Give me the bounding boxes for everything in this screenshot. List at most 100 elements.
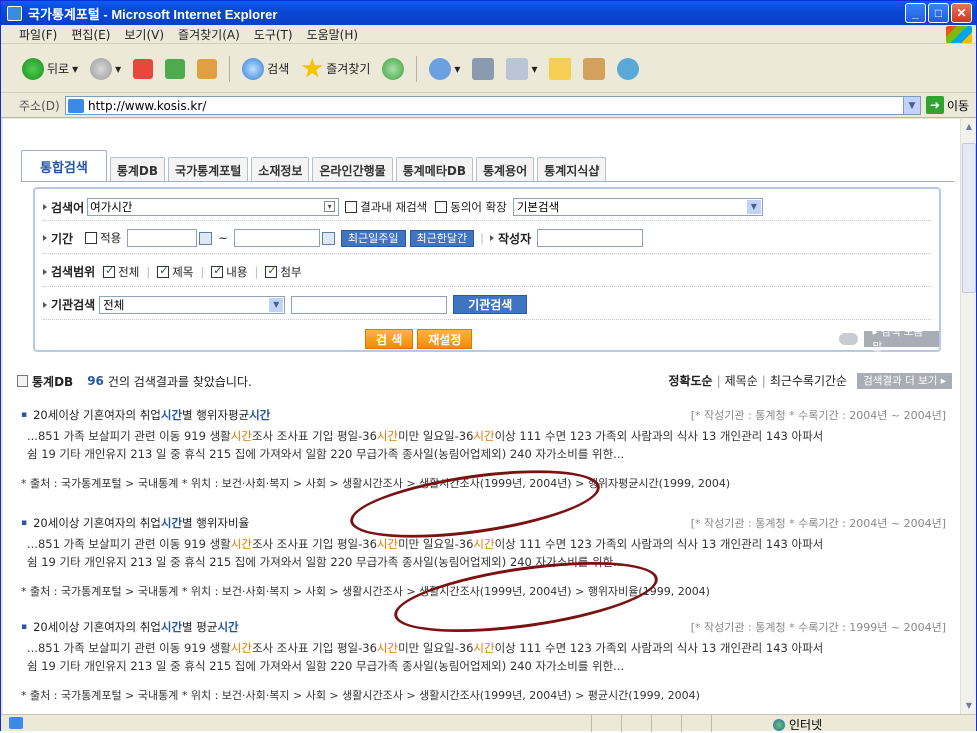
within-results-checkbox[interactable] — [345, 201, 358, 213]
result-meta: [* 작성기관 : 통계청 * 수록기간 : 2004년 ~ 2004년] — [690, 409, 946, 422]
scroll-thumb[interactable] — [962, 143, 976, 293]
author-input[interactable] — [537, 229, 644, 247]
menu-help[interactable]: 도움말(H) — [307, 26, 359, 43]
title-bar[interactable]: 국가통계포털 - Microsoft Internet Explorer _ □… — [1, 1, 976, 25]
chevron-down-icon: ▼ — [746, 200, 761, 214]
menu-tools[interactable]: 도구(T) — [254, 26, 293, 43]
search-mode-select[interactable]: 기본검색 ▼ — [512, 198, 763, 216]
tab-integrated-search[interactable]: 통합검색 — [21, 150, 107, 182]
synonym-checkbox[interactable] — [435, 201, 448, 213]
research-button[interactable] — [580, 54, 608, 84]
end-date-input[interactable] — [233, 229, 320, 247]
back-label: 뒤로 — [47, 62, 70, 76]
menu-edit[interactable]: 편집(E) — [71, 26, 110, 43]
menu-file[interactable]: 파일(F) — [19, 26, 57, 43]
print-button[interactable] — [469, 54, 497, 84]
forward-button[interactable]: ▾ — [87, 54, 124, 84]
tab-source-info[interactable]: 소재정보 — [251, 157, 310, 182]
org-input[interactable] — [291, 295, 448, 314]
results-count: 96 — [87, 374, 104, 388]
keyword-history-icon[interactable]: ▾ — [324, 201, 336, 212]
result-snippet: ...851 가족 보살피기 관련 이동 919 생활시간조사 조사표 기입 평… — [27, 429, 824, 461]
org-select[interactable]: 전체 ▼ — [99, 295, 286, 314]
org-label: 기관검색 — [43, 296, 95, 313]
start-date-input[interactable] — [127, 229, 198, 247]
period-tilde: ~ — [218, 231, 228, 245]
calendar-icon[interactable] — [199, 231, 213, 245]
scope-content-checkbox[interactable] — [211, 264, 224, 278]
page-status-icon — [9, 717, 23, 729]
result-item: ▪ 20세이상 기혼여자의 취업 시간 별 평균 시간 [* 작성기관 : 통계청 *… — [17, 619, 952, 703]
menu-bar: 파일(F) 편집(E) 보기(V) 즐겨찾기(A) 도구(T) 도움말(H) — [1, 25, 976, 44]
help-cloud-icon — [839, 333, 859, 345]
keyword-input[interactable]: 여가시간 ▾ — [87, 198, 340, 216]
tab-online-publications[interactable]: 온라인간행물 — [312, 157, 393, 182]
address-label: 주소(D) — [19, 99, 60, 113]
search-icon — [242, 57, 265, 80]
refresh-icon — [165, 58, 186, 79]
folder-button[interactable] — [546, 54, 574, 84]
recent-month-button[interactable]: 최근한달간 — [409, 229, 475, 247]
minimize-button[interactable]: _ — [905, 3, 926, 23]
scope-label: 검색범위 — [43, 263, 95, 280]
sort-accuracy[interactable]: 정확도순 — [668, 372, 712, 389]
menu-favorites[interactable]: 즐겨찾기(A) — [178, 26, 240, 43]
period-apply-label: 적용 — [100, 231, 122, 245]
messenger-button[interactable] — [614, 54, 642, 84]
recent-week-button[interactable]: 최근일주일 — [340, 229, 406, 247]
more-results-button[interactable]: 검색결과 더 보기 ▸ — [857, 372, 952, 389]
go-label: 이동 — [947, 98, 970, 113]
vertical-scrollbar[interactable]: ▲ ▼ — [960, 119, 976, 714]
reset-button[interactable]: 재설정 — [417, 329, 473, 349]
bullet-icon: ▪ — [21, 622, 28, 632]
synonym-label: 동의어 확장 — [450, 200, 507, 214]
sort-recent[interactable]: 최근수록기간순 — [770, 372, 847, 389]
scroll-down-icon[interactable]: ▼ — [961, 698, 977, 714]
globe-icon — [773, 718, 785, 731]
edit-button[interactable]: ▾ — [503, 54, 540, 84]
sort-title[interactable]: 제목순 — [725, 372, 758, 389]
security-zone: 인터넷 — [773, 716, 822, 733]
org-search-button[interactable]: 기관검색 — [453, 295, 528, 314]
favorites-button[interactable]: 즐겨찾기 — [298, 54, 373, 84]
search-label: 검색 — [267, 62, 290, 76]
maximize-button[interactable]: □ — [928, 3, 949, 23]
stop-icon — [133, 58, 154, 79]
period-apply-checkbox[interactable] — [85, 232, 98, 244]
calendar-icon[interactable] — [321, 231, 335, 245]
mail-button[interactable]: ▾ — [426, 54, 463, 84]
search-button[interactable]: 검색 — [239, 54, 292, 84]
history-button[interactable] — [379, 54, 407, 84]
back-button[interactable]: 뒤로 ▾ — [19, 54, 81, 84]
search-submit-button[interactable]: 검 색 — [365, 329, 414, 349]
tab-stat-db[interactable]: 통계DB — [109, 157, 166, 182]
result-source[interactable]: * 출처 : 국가통계포털 > 국내통계 * 위치 : 보건·사회·복지 > 사… — [17, 687, 952, 703]
forward-arrow-icon — [90, 57, 113, 80]
address-input[interactable]: http://www.kosis.kr/ ▼ — [65, 96, 921, 115]
org-select-value: 전체 — [103, 297, 125, 312]
tab-divider — [21, 181, 954, 182]
address-dropdown-icon[interactable]: ▼ — [903, 97, 920, 114]
row-divider — [43, 319, 931, 320]
row-divider — [43, 286, 931, 287]
period-label: 기간 — [43, 230, 73, 247]
menu-view[interactable]: 보기(V) — [124, 26, 164, 43]
scope-content-label: 내용 — [226, 264, 248, 279]
period-row: 기간 적용 ~ 최근일주일 최근한달간 | 작성자 — [43, 229, 644, 247]
scope-all-checkbox[interactable] — [103, 264, 116, 278]
search-help-button[interactable]: ▸ 검색 도움말 — [864, 326, 939, 353]
tab-meta-db[interactable]: 통계메타DB — [395, 157, 473, 182]
scope-title-checkbox[interactable] — [157, 264, 170, 278]
home-button[interactable] — [194, 54, 220, 84]
refresh-button[interactable] — [162, 54, 188, 84]
tab-stat-terms[interactable]: 통계용어 — [476, 157, 535, 182]
go-button[interactable]: ➜ 이동 — [926, 96, 969, 114]
close-button[interactable]: ✕ — [951, 3, 972, 23]
scope-attach-checkbox[interactable] — [265, 264, 278, 278]
stop-button[interactable] — [130, 54, 156, 84]
keyword-value: 여가시간 — [90, 200, 133, 214]
scroll-up-icon[interactable]: ▲ — [961, 119, 977, 135]
tab-knowledge-shop[interactable]: 통계지식샵 — [537, 157, 607, 182]
tab-kosis[interactable]: 국가통계포털 — [168, 157, 249, 182]
edit-icon — [506, 57, 529, 80]
